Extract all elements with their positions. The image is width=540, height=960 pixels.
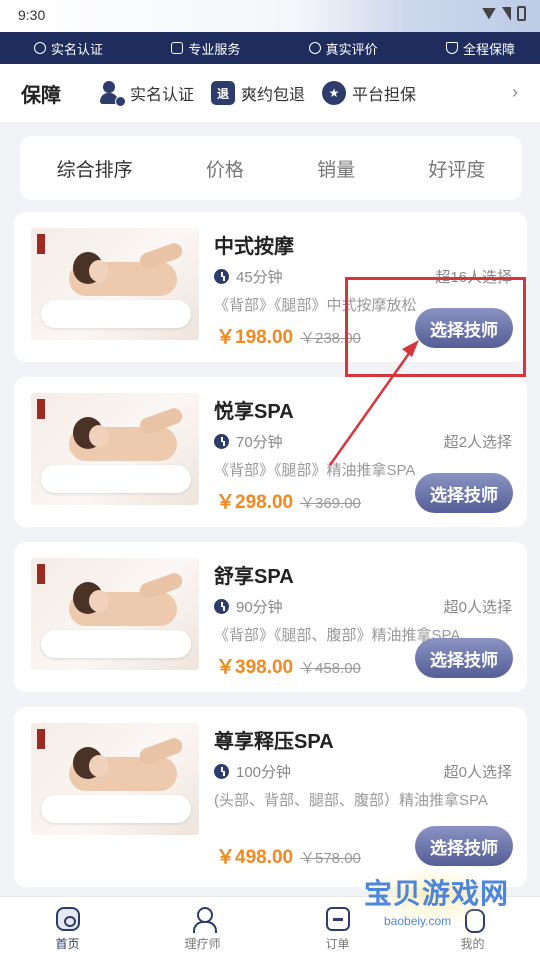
service-image xyxy=(31,723,199,835)
nav-technician[interactable]: 理疗师 xyxy=(135,897,270,960)
annotation-highlight-box xyxy=(345,277,526,377)
service-duration: 90分钟 xyxy=(214,596,283,617)
service-card[interactable]: 舒享SPA 90分钟 超0人选择 《背部》《腿部、腹部》精油推拿SPA ￥398… xyxy=(14,542,527,692)
service-price: ￥198.00 xyxy=(216,327,294,348)
service-duration: 70分钟 xyxy=(214,431,283,452)
duration-text: 45分钟 xyxy=(236,269,283,286)
select-technician-button[interactable]: 选择技师 xyxy=(415,826,513,866)
home-icon xyxy=(55,907,80,931)
medal-icon: ★ xyxy=(322,81,347,105)
wifi-icon xyxy=(482,7,496,20)
battery-icon xyxy=(517,6,526,21)
technician-icon xyxy=(191,907,217,933)
clock-icon xyxy=(214,599,229,614)
service-image xyxy=(31,393,199,505)
nav-label: 首页 xyxy=(55,937,80,951)
service-count: 超0人选择 xyxy=(443,599,512,616)
service-name: 中式按摩 xyxy=(214,236,294,258)
guarantee-label: 爽约包退 xyxy=(241,87,306,104)
tab-rating[interactable]: 好评度 xyxy=(428,155,485,182)
clock-icon xyxy=(214,269,229,284)
guarantee-label: 实名认证 xyxy=(130,87,195,104)
status-bar: 9:30 xyxy=(0,0,540,32)
watermark-logo: 宝贝游戏网 baobeiy.com xyxy=(364,866,534,946)
guarantee-label: 平台担保 xyxy=(352,87,417,104)
duration-text: 90分钟 xyxy=(236,599,283,616)
order-icon xyxy=(325,907,350,931)
trust-banner: 实名认证 专业服务 真实评价 全程保障 xyxy=(0,32,540,64)
guarantee-item-refund: 退 爽约包退 xyxy=(211,81,305,105)
person-outline-icon xyxy=(34,42,46,54)
trust-label: 实名认证 xyxy=(51,41,104,57)
trust-item-professional: 专业服务 xyxy=(171,39,240,58)
service-image xyxy=(31,558,199,670)
trust-item-reviews: 真实评价 xyxy=(308,39,378,58)
trust-label: 专业服务 xyxy=(188,41,241,57)
sort-tabs: 综合排序 价格 销量 好评度 xyxy=(20,136,522,200)
watermark-text: 宝贝游戏网 xyxy=(364,878,510,909)
tab-sales[interactable]: 销量 xyxy=(317,155,355,182)
trust-label: 全程保障 xyxy=(462,41,515,57)
guarantee-item-platform: ★ 平台担保 xyxy=(322,81,416,105)
guarantee-item-realname: 实名认证 xyxy=(100,81,195,107)
service-count: 超2人选择 xyxy=(443,434,512,451)
guarantee-row[interactable]: 保障 实名认证 退 爽约包退 ★ 平台担保 › xyxy=(0,64,540,122)
nav-home[interactable]: 首页 xyxy=(0,897,135,960)
service-count: 超0人选择 xyxy=(443,764,512,781)
service-duration: 45分钟 xyxy=(214,266,283,287)
id-card-icon xyxy=(171,42,184,54)
clock-icon xyxy=(214,764,229,779)
tab-price[interactable]: 价格 xyxy=(206,155,244,182)
select-technician-button[interactable]: 选择技师 xyxy=(415,473,513,513)
status-time: 9:30 xyxy=(18,7,46,23)
service-price: ￥398.00 xyxy=(216,657,294,678)
chevron-right-icon[interactable]: › xyxy=(512,82,518,103)
refund-icon: 退 xyxy=(211,81,236,105)
status-icons xyxy=(482,6,526,21)
service-name: 舒享SPA xyxy=(214,566,294,588)
verified-person-icon xyxy=(100,81,126,107)
service-desc: (头部、背部、腿部、腹部）精油推拿SPA xyxy=(214,792,488,809)
service-name: 悦享SPA xyxy=(214,401,294,423)
signal-icon xyxy=(502,6,511,21)
comment-icon xyxy=(308,42,321,54)
guarantee-title: 保障 xyxy=(21,84,61,107)
service-price: ￥298.00 xyxy=(216,492,294,513)
select-technician-button[interactable]: 选择技师 xyxy=(415,638,513,678)
clock-icon xyxy=(214,434,229,449)
service-old-price: ￥578.00 xyxy=(300,850,361,867)
service-old-price: ￥369.00 xyxy=(300,495,361,512)
nav-label: 理疗师 xyxy=(184,937,221,951)
duration-text: 70分钟 xyxy=(236,434,283,451)
nav-label: 订单 xyxy=(325,937,350,951)
service-duration: 100分钟 xyxy=(214,761,291,782)
shield-check-icon xyxy=(445,42,458,54)
service-image xyxy=(31,228,199,340)
service-old-price: ￥458.00 xyxy=(300,660,361,677)
service-price: ￥498.00 xyxy=(216,847,294,868)
tab-comprehensive[interactable]: 综合排序 xyxy=(57,155,133,182)
service-card[interactable]: 悦享SPA 70分钟 超2人选择 《背部》《腿部》精油推拿SPA ￥298.00… xyxy=(14,377,527,527)
trust-item-protection: 全程保障 xyxy=(445,39,515,58)
trust-label: 真实评价 xyxy=(325,41,378,57)
watermark-url: baobeiy.com xyxy=(384,914,452,928)
service-name: 尊享释压SPA xyxy=(214,731,334,753)
duration-text: 100分钟 xyxy=(236,764,292,781)
service-card[interactable]: 尊享释压SPA 100分钟 超0人选择 (头部、背部、腿部、腹部）精油推拿SPA… xyxy=(14,707,527,887)
trust-item-realname: 实名认证 xyxy=(34,39,103,58)
